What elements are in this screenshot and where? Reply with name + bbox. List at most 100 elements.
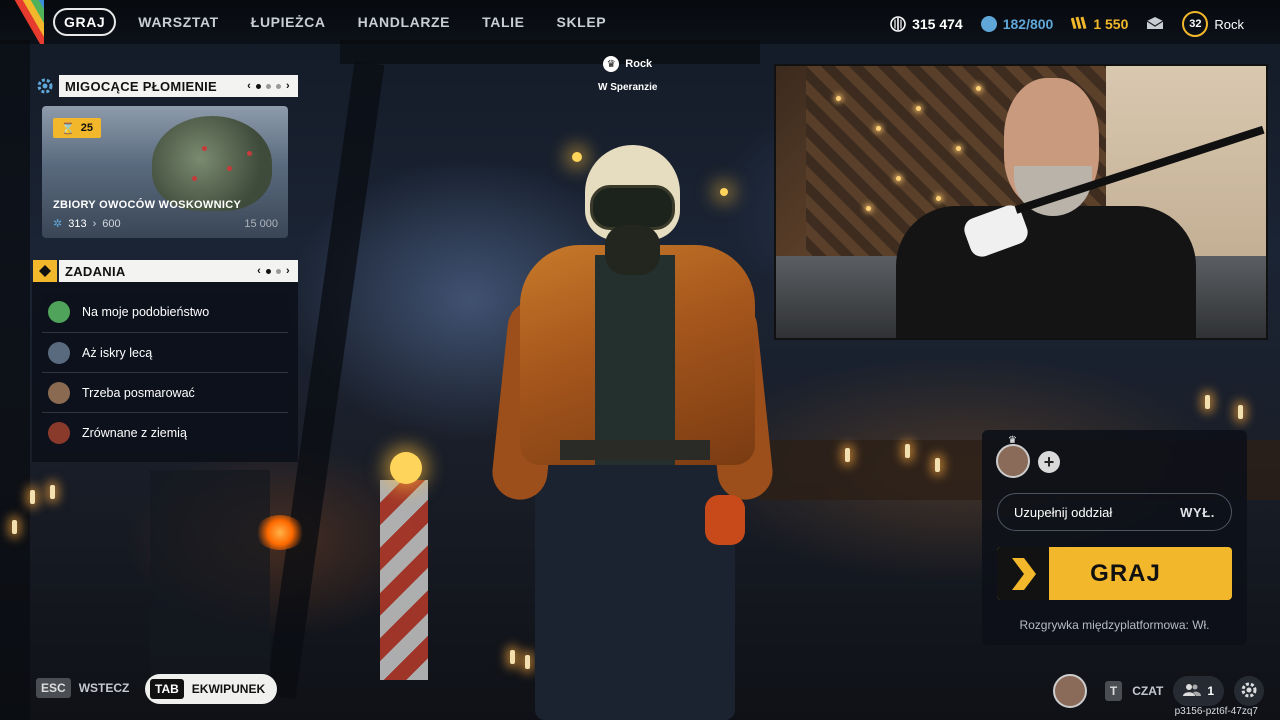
event-progress-current: 313 bbox=[68, 217, 87, 230]
event-panel-header: MIGOCĄCE PŁOMIENIE ‹ › bbox=[59, 75, 298, 97]
crossplay-status: Rozgrywka międzyplatformowa: Wł. bbox=[1019, 618, 1210, 632]
fill-squad-toggle[interactable]: Uzupełnij oddział WYŁ. bbox=[997, 493, 1232, 531]
pager-dot-icon bbox=[256, 83, 262, 89]
token-icon bbox=[1071, 15, 1087, 34]
task-item[interactable]: Aż iskry lecą bbox=[42, 332, 288, 372]
settings-button[interactable] bbox=[1234, 676, 1264, 706]
task-avatar-icon bbox=[48, 341, 70, 364]
cash-value: 315 474 bbox=[912, 16, 963, 32]
event-progress-next: 600 bbox=[102, 217, 121, 230]
event-tier-value: 25 bbox=[80, 122, 93, 134]
tasks-title: ZADANIA bbox=[65, 263, 126, 279]
task-avatar-icon bbox=[48, 301, 70, 323]
nav-tab-decks[interactable]: TALIE bbox=[472, 9, 534, 35]
fill-squad-value: WYŁ. bbox=[1180, 504, 1215, 520]
token-currency[interactable]: 1 550 bbox=[1071, 15, 1128, 34]
tasks-list: Na moje podobieństwo Aż iskry lecą Trzeb… bbox=[32, 282, 298, 462]
pager-dot-icon bbox=[276, 268, 282, 274]
task-item[interactable]: Trzeba posmarować bbox=[42, 372, 288, 412]
gear-icon bbox=[1240, 681, 1258, 702]
nav-tab-raider[interactable]: ŁUPIEŻCA bbox=[241, 9, 336, 35]
friends-button[interactable]: 1 bbox=[1173, 676, 1224, 706]
rainbow-logo-icon bbox=[0, 0, 44, 44]
player-marker-name: Rock bbox=[625, 57, 653, 70]
friends-icon bbox=[1183, 683, 1202, 700]
player-username: Rock bbox=[1214, 16, 1244, 32]
currency-bar: 315 474 182/800 1 550 32 Rock bbox=[890, 11, 1244, 37]
event-progress-max: 15 000 bbox=[244, 217, 278, 230]
inventory-button[interactable]: TAB EKWIPUNEK bbox=[145, 674, 278, 704]
striped-post bbox=[380, 480, 428, 680]
tasks-diamond-icon bbox=[33, 260, 57, 282]
tasks-panel-header: ZADANIA ‹ › bbox=[59, 260, 298, 282]
bottom-bar: ESC WSTECZ TAB EKWIPUNEK T CZAT 1 bbox=[0, 670, 1280, 720]
backpack-icon bbox=[980, 16, 997, 32]
player-character bbox=[489, 140, 790, 720]
task-label: Zrównane z ziemią bbox=[82, 425, 187, 440]
task-avatar-icon bbox=[48, 381, 70, 404]
token-value: 1 550 bbox=[1093, 16, 1129, 32]
plus-icon: + bbox=[1043, 451, 1055, 472]
top-navigation-bar: GRAJ WARSZTAT ŁUPIEŻCA HANDLARZE TALIE S… bbox=[0, 0, 1280, 44]
event-card-title: ZBIORY OWOCÓW WOSKOWNICY bbox=[53, 199, 242, 211]
esc-key: ESC bbox=[36, 678, 71, 698]
play-button-label: GRAJ bbox=[1090, 559, 1161, 587]
avatar[interactable] bbox=[1052, 674, 1087, 708]
mail-icon[interactable] bbox=[1146, 16, 1164, 33]
task-avatar-icon bbox=[48, 421, 70, 444]
tasks-pager: ‹ › bbox=[257, 265, 290, 277]
event-card[interactable]: ⌛ 25 ZBIORY OWOCÓW WOSKOWNICY ✲ 313 › 60… bbox=[42, 106, 288, 238]
gear-icon: ✲ bbox=[53, 218, 63, 230]
fill-squad-label: Uzupełnij oddział bbox=[1014, 504, 1113, 520]
back-label: WSTECZ bbox=[78, 681, 130, 695]
chat-label[interactable]: CZAT bbox=[1132, 684, 1163, 698]
chevron-right-icon[interactable]: › bbox=[286, 80, 290, 92]
nav-tab-play[interactable]: GRAJ bbox=[53, 8, 117, 36]
webcam-overlay bbox=[774, 64, 1268, 340]
avatar[interactable] bbox=[996, 444, 1030, 478]
tab-key: TAB bbox=[150, 679, 184, 699]
chevron-right-icon: › bbox=[92, 217, 97, 230]
player-marker: ♛ Rock W Speranzie bbox=[598, 56, 657, 93]
backpack-capacity[interactable]: 182/800 bbox=[980, 16, 1054, 32]
add-squad-member-button[interactable]: + bbox=[1038, 451, 1060, 473]
play-button[interactable]: GRAJ bbox=[997, 547, 1232, 600]
fire-barrel bbox=[255, 515, 305, 550]
player-profile[interactable]: 32 Rock bbox=[1182, 11, 1244, 37]
event-progress: ✲ 313 › 600 15 000 bbox=[53, 217, 278, 231]
bottom-right-controls: T CZAT 1 bbox=[1052, 674, 1264, 708]
hourglass-icon: ⌛ bbox=[61, 122, 75, 135]
cash-icon bbox=[890, 16, 906, 32]
player-marker-location: W Speranzie bbox=[598, 82, 658, 93]
inventory-label: EKWIPUNEK bbox=[191, 682, 266, 696]
task-item[interactable]: Na moje podobieństwo bbox=[42, 292, 288, 332]
task-label: Aż iskry lecą bbox=[82, 345, 153, 360]
event-pager: ‹ › bbox=[247, 80, 290, 92]
squad-panel: ♛ + Uzupełnij oddział WYŁ. GRAJ Rozgrywk… bbox=[982, 430, 1247, 645]
player-level-badge: 32 bbox=[1182, 11, 1209, 37]
chevron-right-icon bbox=[997, 547, 1049, 600]
friends-count: 1 bbox=[1207, 684, 1214, 698]
main-nav: GRAJ WARSZTAT ŁUPIEŻCA HANDLARZE TALIE S… bbox=[53, 8, 628, 36]
pager-dot-icon bbox=[276, 83, 282, 89]
back-hint[interactable]: ESC WSTECZ bbox=[36, 678, 129, 698]
event-tier-badge: ⌛ 25 bbox=[53, 118, 101, 138]
chevron-left-icon[interactable]: ‹ bbox=[257, 265, 261, 277]
nav-tab-traders[interactable]: HANDLARZE bbox=[348, 9, 461, 35]
task-label: Na moje podobieństwo bbox=[82, 305, 210, 319]
cash-currency[interactable]: 315 474 bbox=[890, 16, 963, 32]
tree-image bbox=[152, 116, 272, 211]
backpack-value: 182/800 bbox=[1002, 16, 1054, 32]
gear-icon bbox=[36, 77, 54, 100]
chevron-left-icon[interactable]: ‹ bbox=[247, 80, 251, 92]
task-item[interactable]: Zrównane z ziemią bbox=[42, 412, 288, 452]
nav-tab-workshop[interactable]: WARSZTAT bbox=[128, 9, 229, 35]
pager-dot-icon bbox=[266, 83, 272, 89]
nav-tab-store[interactable]: SKLEP bbox=[547, 9, 617, 35]
task-label: Trzeba posmarować bbox=[82, 385, 195, 400]
crown-icon: ♛ bbox=[603, 56, 620, 72]
event-title: MIGOCĄCE PŁOMIENIE bbox=[65, 78, 218, 94]
chat-key: T bbox=[1104, 681, 1123, 701]
pager-dot-icon bbox=[266, 268, 272, 274]
chevron-right-icon[interactable]: › bbox=[286, 265, 290, 277]
